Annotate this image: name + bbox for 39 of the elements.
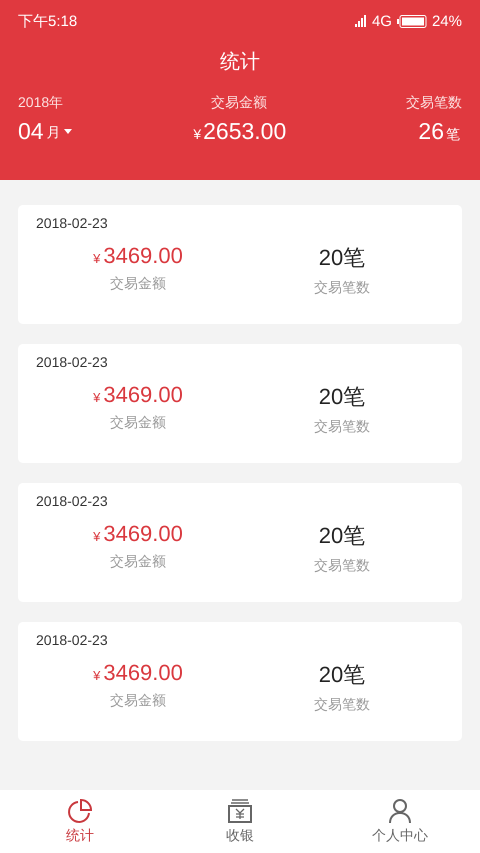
- caret-icon: [64, 129, 72, 134]
- record-amount: ¥3469.00: [93, 243, 183, 269]
- battery-icon: [396, 14, 427, 28]
- amount-label: 交易金额: [110, 553, 166, 571]
- total-count: 26 笔: [418, 118, 461, 145]
- count-label: 交易笔数: [314, 279, 370, 297]
- month-picker[interactable]: 04 月: [18, 118, 72, 145]
- record-date: 2018-02-23: [36, 493, 108, 509]
- record-count: 20笔: [318, 661, 366, 689]
- count-label: 交易笔数: [314, 557, 370, 575]
- amount-label: 交易金额: [110, 414, 166, 432]
- tab[interactable]: 个人中心: [320, 790, 480, 853]
- tab[interactable]: 收银: [160, 790, 320, 853]
- amount-label: 交易金额: [110, 275, 166, 293]
- amount-label: 交易金额: [110, 692, 166, 710]
- record-count: 20笔: [318, 522, 366, 550]
- amount-label: 交易金额: [210, 94, 267, 112]
- record-date: 2018-02-23: [36, 632, 108, 648]
- status-time: 下午5:18: [18, 12, 78, 30]
- person-icon: [387, 798, 413, 824]
- count-label: 交易笔数: [314, 696, 370, 714]
- count-label: 交易笔数: [406, 94, 462, 112]
- record-amount: ¥3469.00: [93, 521, 183, 547]
- record-count: 20笔: [318, 383, 366, 411]
- record-amount: ¥3469.00: [93, 382, 183, 408]
- battery-level: 24%: [432, 12, 462, 30]
- year-label: 2018年: [18, 94, 64, 112]
- record-date: 2018-02-23: [36, 215, 108, 231]
- tab[interactable]: 统计: [0, 790, 160, 853]
- page-title: 统计: [219, 50, 261, 75]
- record-date: 2018-02-23: [36, 354, 108, 370]
- pie-chart-icon: [67, 798, 93, 824]
- record-count: 20笔: [318, 244, 366, 272]
- record-amount: ¥3469.00: [93, 660, 183, 686]
- total-amount: ¥2653.00: [192, 118, 286, 145]
- network-label: 4G: [372, 12, 392, 30]
- count-label: 交易笔数: [314, 418, 370, 436]
- signal-icon: [354, 15, 367, 27]
- cash-drawer-icon: [226, 798, 254, 824]
